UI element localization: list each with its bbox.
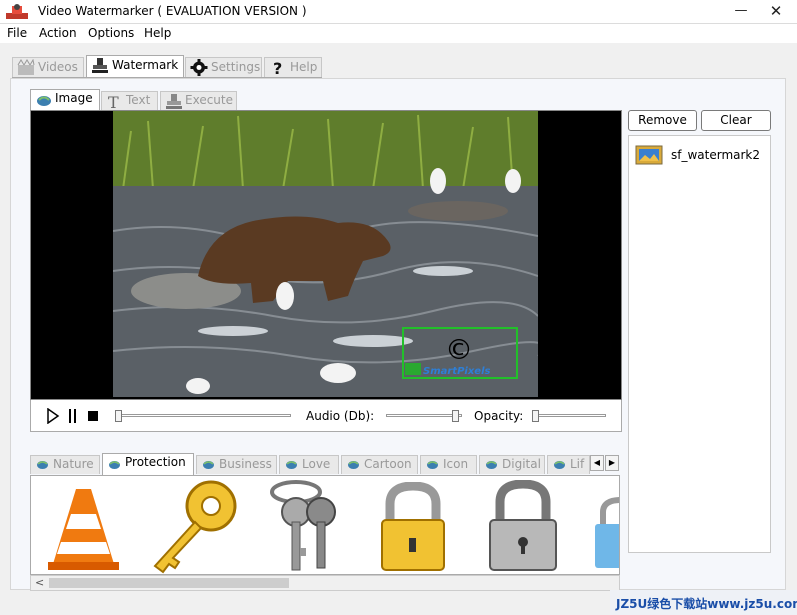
category-tab-label: Protection bbox=[125, 455, 186, 469]
scroll-left-arrow[interactable]: < bbox=[35, 576, 44, 589]
category-tab-life[interactable]: Lif bbox=[547, 455, 590, 474]
title-bar: Video Watermarker ( EVALUATION VERSION )… bbox=[0, 0, 797, 24]
category-tab-protection[interactable]: Protection bbox=[102, 453, 194, 475]
category-tab-label: Icon bbox=[443, 457, 469, 471]
globe-icon bbox=[109, 461, 120, 469]
gallery-horizontal-scrollbar[interactable]: < bbox=[30, 575, 620, 591]
category-tab-love[interactable]: Love bbox=[279, 455, 339, 474]
subtab-execute[interactable]: Execute bbox=[160, 91, 237, 110]
copyright-symbol: © bbox=[445, 333, 473, 366]
menu-action[interactable]: Action bbox=[39, 26, 77, 40]
watermark-list-item[interactable]: sf_watermark2 bbox=[635, 144, 765, 166]
globe-icon bbox=[554, 461, 565, 469]
smartpixels-logo: SmartPixels bbox=[423, 366, 490, 377]
play-icon[interactable] bbox=[46, 408, 60, 424]
audio-slider-thumb[interactable] bbox=[451, 410, 459, 422]
clear-button[interactable]: Clear bbox=[701, 110, 771, 131]
audio-label: Audio (Db): bbox=[306, 409, 375, 423]
globe-icon bbox=[286, 461, 297, 469]
gear-icon bbox=[190, 59, 208, 76]
silver-padlock-icon[interactable] bbox=[486, 480, 561, 574]
subtab-image[interactable]: Image bbox=[30, 89, 100, 111]
category-tab-label: Business bbox=[219, 457, 272, 471]
tab-help-label: Help bbox=[290, 60, 318, 74]
menu-file[interactable]: File bbox=[7, 26, 27, 40]
gold-padlock-icon[interactable] bbox=[376, 482, 451, 574]
menu-bar: File Action Options Help bbox=[0, 24, 797, 43]
globe-icon bbox=[427, 461, 438, 469]
category-tab-icon[interactable]: Icon bbox=[420, 455, 477, 474]
opacity-label: Opacity: bbox=[474, 409, 524, 423]
svg-text:T: T bbox=[108, 93, 119, 110]
opacity-slider-thumb[interactable] bbox=[532, 410, 539, 422]
category-tab-nature[interactable]: Nature bbox=[30, 455, 100, 474]
remove-button[interactable]: Remove bbox=[628, 110, 697, 131]
traffic-cone-icon[interactable] bbox=[46, 484, 121, 572]
seek-slider-thumb[interactable] bbox=[115, 410, 122, 422]
watermark-item-name: sf_watermark2 bbox=[671, 148, 761, 162]
window-title: Video Watermarker ( EVALUATION VERSION ) bbox=[38, 4, 307, 18]
close-button[interactable]: ✕ bbox=[763, 2, 789, 20]
tab-help[interactable]: ? Help bbox=[264, 57, 322, 77]
app-logo-icon bbox=[6, 4, 28, 19]
globe-icon bbox=[37, 461, 48, 469]
globe-icon bbox=[37, 96, 51, 106]
seek-slider[interactable] bbox=[115, 414, 291, 417]
video-frame-image: © SmartPixels bbox=[113, 111, 538, 397]
category-tab-label: Love bbox=[302, 457, 331, 471]
subtab-text-label: Text bbox=[126, 93, 151, 107]
tab-watermark-label: Watermark bbox=[112, 58, 179, 72]
tab-settings-label: Settings bbox=[211, 60, 261, 74]
tab-watermark[interactable]: Watermark bbox=[86, 55, 184, 78]
category-tab-label: Digital bbox=[502, 457, 541, 471]
watermark-gallery bbox=[30, 475, 620, 575]
keys-ring-icon[interactable] bbox=[266, 478, 346, 574]
stop-icon[interactable] bbox=[88, 411, 98, 421]
question-icon: ? bbox=[273, 59, 282, 76]
minimize-button[interactable]: — bbox=[728, 2, 754, 20]
category-tab-digital[interactable]: Digital bbox=[479, 455, 545, 474]
tabs-scroll-right-button[interactable]: ▶ bbox=[605, 455, 619, 471]
gold-key-icon[interactable] bbox=[143, 478, 243, 574]
globe-icon bbox=[486, 461, 497, 469]
subtab-image-label: Image bbox=[55, 91, 93, 105]
tabs-scroll-left-button[interactable]: ◀ bbox=[590, 455, 604, 471]
tab-videos[interactable]: Videos bbox=[12, 57, 84, 77]
category-tab-label: Lif bbox=[570, 457, 585, 471]
blue-padlock-icon[interactable] bbox=[593, 496, 620, 574]
text-icon: T bbox=[108, 93, 119, 110]
opacity-slider[interactable] bbox=[532, 414, 606, 417]
logo-badge bbox=[405, 363, 421, 375]
subtab-text[interactable]: T Text bbox=[101, 91, 158, 110]
globe-icon bbox=[203, 461, 214, 469]
tab-videos-label: Videos bbox=[38, 60, 78, 74]
category-tab-label: Nature bbox=[53, 457, 94, 471]
menu-help[interactable]: Help bbox=[144, 26, 171, 40]
category-tab-cartoon[interactable]: Cartoon bbox=[341, 455, 418, 474]
film-icon bbox=[17, 59, 35, 75]
pause-icon[interactable] bbox=[67, 408, 79, 424]
svg-text:?: ? bbox=[273, 59, 282, 76]
site-watermark-text: JZ5U绿色下载站www.jz5u.com bbox=[616, 597, 797, 611]
menu-options[interactable]: Options bbox=[88, 26, 134, 40]
subtab-execute-label: Execute bbox=[185, 93, 233, 107]
stamp-icon bbox=[166, 94, 182, 109]
scrollbar-thumb[interactable] bbox=[49, 578, 289, 588]
watermark-list: sf_watermark2 bbox=[628, 135, 771, 553]
category-tab-label: Cartoon bbox=[364, 457, 412, 471]
category-tab-business[interactable]: Business bbox=[196, 455, 277, 474]
globe-icon bbox=[348, 461, 359, 469]
stamp-icon bbox=[92, 58, 108, 73]
tab-settings[interactable]: Settings bbox=[185, 57, 262, 77]
image-file-icon bbox=[635, 145, 663, 165]
